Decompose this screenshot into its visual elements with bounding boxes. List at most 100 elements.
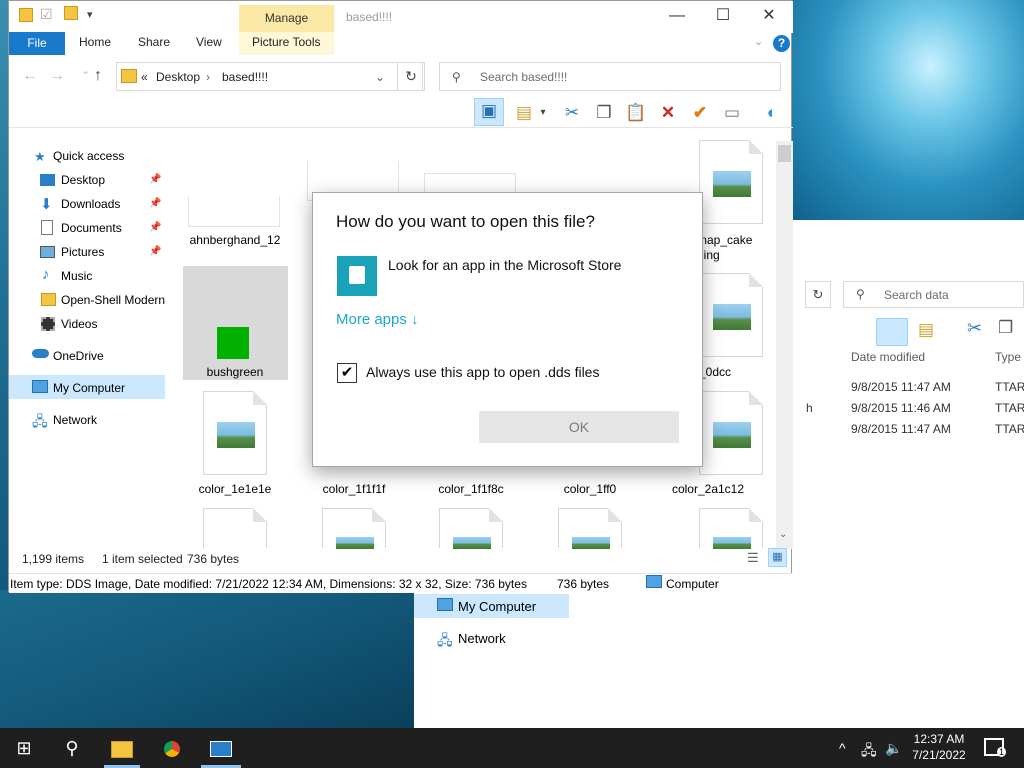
microsoft-store-icon[interactable] [337, 256, 377, 296]
properties-icon[interactable]: ▤ [512, 101, 536, 125]
store-option[interactable]: Look for an app in the Microsoft Store [388, 257, 621, 273]
file-explorer-icon[interactable] [98, 728, 146, 768]
close-button[interactable]: ✕ [746, 5, 792, 27]
back-search-input[interactable]: Search data ⚲ [843, 281, 1024, 308]
scrollbar-thumb[interactable] [778, 145, 791, 162]
tab-view[interactable]: View [196, 35, 222, 49]
properties-quick-icon[interactable]: ☑ [40, 6, 53, 23]
file-ahnberghand-label[interactable]: ahnberghand_12 [179, 233, 291, 247]
select-icon[interactable]: ▭ [720, 101, 744, 125]
file-label-partial[interactable]: _0dcc [699, 365, 749, 379]
tab-file[interactable]: File [9, 32, 65, 55]
search-icon[interactable]: ⚲ [48, 728, 96, 768]
customize-quick-access-icon[interactable]: ▾ [87, 8, 93, 21]
expand-ribbon-icon[interactable]: ⌄ [754, 35, 763, 48]
back-nav-my-computer[interactable]: My Computer [458, 599, 536, 614]
forward-arrow-icon[interactable]: → [49, 67, 65, 85]
file-label[interactable]: color_1f1f8c [415, 482, 527, 496]
file-label[interactable]: color_1e1e1e [179, 482, 291, 496]
tab-home[interactable]: Home [79, 35, 111, 49]
back-row-date: 9/8/2015 11:47 AM [851, 422, 951, 436]
nav-downloads[interactable]: Downloads [61, 197, 120, 211]
pin-icon[interactable]: 📌 [149, 246, 161, 257]
back-cut-icon[interactable]: ✂ [967, 318, 982, 339]
back-arrow-icon[interactable]: ← [22, 67, 38, 85]
breadcrumb-current[interactable]: based!!!! [222, 70, 268, 84]
file-item[interactable] [179, 391, 291, 475]
new-folder-quick-icon[interactable] [64, 6, 78, 20]
help-icon[interactable]: ? [773, 35, 790, 52]
up-arrow-icon[interactable]: ↑ [94, 67, 102, 85]
pin-icon[interactable]: 📌 [149, 222, 161, 233]
file-bushgreen-selected[interactable] [183, 266, 288, 380]
details-view-icon[interactable]: ☰ [747, 550, 759, 566]
nav-documents[interactable]: Documents [61, 221, 122, 235]
paste-icon[interactable]: 📋 [624, 101, 648, 125]
nav-videos[interactable]: Videos [61, 317, 97, 331]
column-type[interactable]: Type [995, 350, 1021, 364]
large-icons-view-icon[interactable]: ▦ [768, 548, 787, 567]
nav-desktop[interactable]: Desktop [61, 173, 105, 187]
more-apps-link[interactable]: More apps ↓ [336, 311, 419, 328]
file-label-partial[interactable]: map_cake ding [697, 233, 767, 263]
back-nav-network[interactable]: Network [458, 631, 506, 646]
always-use-label[interactable]: Always use this app to open .dds files [366, 364, 599, 380]
tab-picture-tools[interactable]: Picture Tools [252, 35, 320, 49]
recent-locations-icon[interactable]: ⌄ [81, 64, 90, 77]
chrome-icon[interactable] [148, 728, 196, 768]
file-item[interactable] [675, 508, 787, 549]
openshell-icon[interactable]: ◐ [760, 101, 784, 125]
network-tray-icon[interactable]: 🖧 [861, 740, 877, 764]
file-bushgreen-label[interactable]: bushgreen [179, 365, 291, 379]
file-thumbnail[interactable] [188, 196, 280, 227]
nav-quick-access[interactable]: Quick access [53, 149, 124, 163]
clock[interactable]: 12:37 AM 7/21/2022 [900, 731, 978, 763]
nav-pictures[interactable]: Pictures [61, 245, 104, 259]
show-hidden-icons[interactable]: ^ [839, 740, 846, 756]
tab-share[interactable]: Share [138, 35, 170, 49]
manage-tab[interactable]: Manage [239, 5, 334, 32]
search-input[interactable]: ⚲ Search based!!!! [439, 62, 781, 91]
preview-pane-icon[interactable]: ▣ [474, 98, 504, 126]
open-with-dialog[interactable]: How do you want to open this file? Look … [312, 192, 703, 467]
file-item[interactable] [298, 508, 410, 549]
file-bushgreen-thumbnail[interactable] [217, 327, 249, 359]
file-label[interactable]: color_1ff0 [534, 482, 646, 496]
address-bar[interactable]: « Desktop › based!!!! ⌄ [116, 62, 423, 91]
back-refresh-button[interactable]: ↻ [805, 281, 831, 308]
vertical-scrollbar[interactable] [776, 141, 793, 549]
refresh-button[interactable]: ↻ [397, 62, 425, 91]
scroll-down-icon[interactable]: ⌄ [779, 529, 787, 540]
column-date-modified[interactable]: Date modified [851, 350, 925, 364]
nav-music[interactable]: Music [61, 269, 92, 283]
minimize-button[interactable]: — [654, 5, 700, 27]
openshell-app-icon[interactable] [197, 728, 245, 768]
back-preview-pane-icon[interactable] [876, 318, 908, 346]
file-label[interactable]: color_2a1c12 [652, 482, 764, 496]
file-item[interactable] [179, 508, 291, 548]
address-dropdown-icon[interactable]: ⌄ [375, 70, 385, 84]
nav-open-shell-modern[interactable]: Open-Shell Modern [61, 293, 165, 307]
pin-icon[interactable]: 📌 [149, 174, 161, 185]
cut-icon[interactable]: ✂ [560, 101, 584, 125]
delete-icon[interactable]: ✕ [656, 101, 680, 125]
windows-start-icon[interactable]: ⊞ [0, 728, 48, 768]
file-item[interactable] [534, 508, 646, 549]
nav-my-computer[interactable]: My Computer [53, 381, 125, 395]
nav-onedrive[interactable]: OneDrive [53, 349, 104, 363]
always-use-checkbox[interactable]: ✔ [337, 363, 357, 383]
file-item[interactable] [415, 508, 527, 549]
ok-button[interactable]: OK [479, 411, 679, 443]
notification-icon[interactable]: 1 [984, 738, 1006, 757]
cloud-icon [32, 349, 49, 358]
pin-icon[interactable]: 📌 [149, 198, 161, 209]
back-properties-icon[interactable]: ▤ [918, 320, 934, 340]
breadcrumb-desktop[interactable]: Desktop [156, 70, 200, 84]
nav-network[interactable]: Network [53, 413, 97, 427]
file-label[interactable]: color_1f1f1f [298, 482, 410, 496]
properties-dropdown-icon[interactable]: ▾ [536, 101, 550, 125]
rename-check-icon[interactable]: ✔ [688, 101, 712, 125]
back-copy-icon[interactable]: ❐ [998, 318, 1013, 338]
copy-icon[interactable]: ❐ [592, 101, 616, 125]
maximize-button[interactable]: ☐ [700, 5, 746, 27]
